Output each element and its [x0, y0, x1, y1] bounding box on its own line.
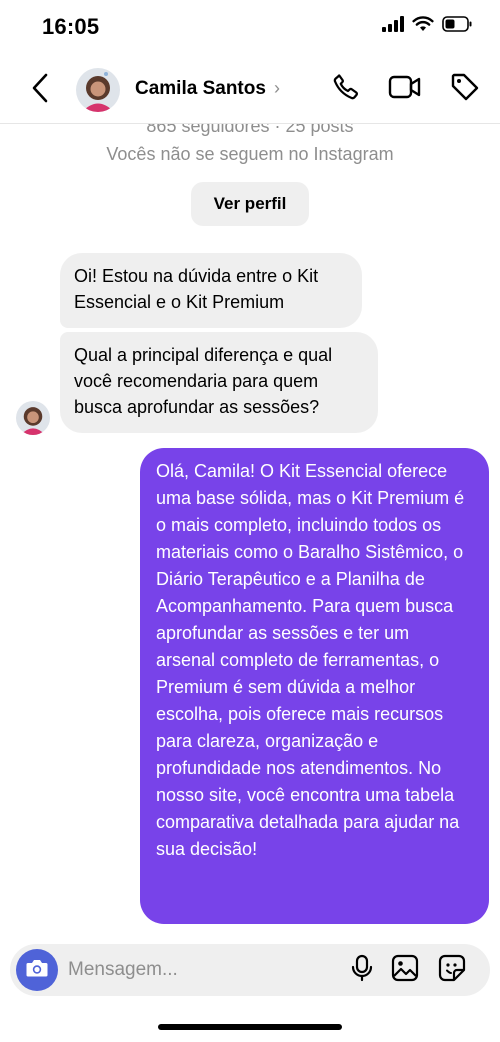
gallery-button[interactable]	[390, 954, 420, 987]
chat-header: Camila Santos ›	[0, 56, 500, 124]
image-icon	[391, 954, 419, 987]
voice-message-button[interactable]	[347, 954, 377, 987]
label-button[interactable]	[448, 72, 482, 106]
incoming-message[interactable]: Qual a principal diferença e qual você r…	[60, 332, 378, 433]
view-profile-button[interactable]: Ver perfil	[191, 182, 309, 226]
avatar[interactable]	[76, 68, 120, 112]
contact-name[interactable]: Camila Santos	[135, 78, 266, 100]
chevron-left-icon	[31, 73, 49, 108]
camera-button[interactable]	[16, 949, 58, 991]
sticker-button[interactable]	[437, 954, 467, 987]
battery-icon	[442, 16, 472, 37]
phone-icon	[331, 72, 361, 107]
video-camera-icon	[388, 72, 422, 107]
tag-icon	[450, 72, 480, 107]
sticker-icon	[438, 954, 466, 987]
chevron-right-icon[interactable]: ›	[274, 78, 280, 99]
home-indicator[interactable]	[158, 1024, 342, 1030]
status-icons	[382, 16, 472, 37]
microphone-icon	[351, 954, 373, 987]
signal-icon	[382, 16, 404, 37]
video-call-button[interactable]	[388, 72, 422, 106]
status-time: 16:05	[42, 14, 100, 39]
follow-status-note: Vocês não se seguem no Instagram	[106, 144, 394, 164]
voice-call-button[interactable]	[329, 72, 363, 106]
message-composer	[10, 944, 490, 996]
sender-avatar[interactable]	[16, 401, 50, 435]
camera-icon	[25, 957, 49, 984]
back-button[interactable]	[26, 70, 54, 110]
wifi-icon	[412, 16, 434, 37]
outgoing-message[interactable]: Olá, Camila! O Kit Essencial oferece uma…	[140, 448, 489, 924]
status-bar: 16:05	[0, 0, 500, 56]
message-input[interactable]	[68, 952, 338, 988]
incoming-message[interactable]: Oi! Estou na dúvida entre o Kit Essencia…	[60, 253, 362, 328]
